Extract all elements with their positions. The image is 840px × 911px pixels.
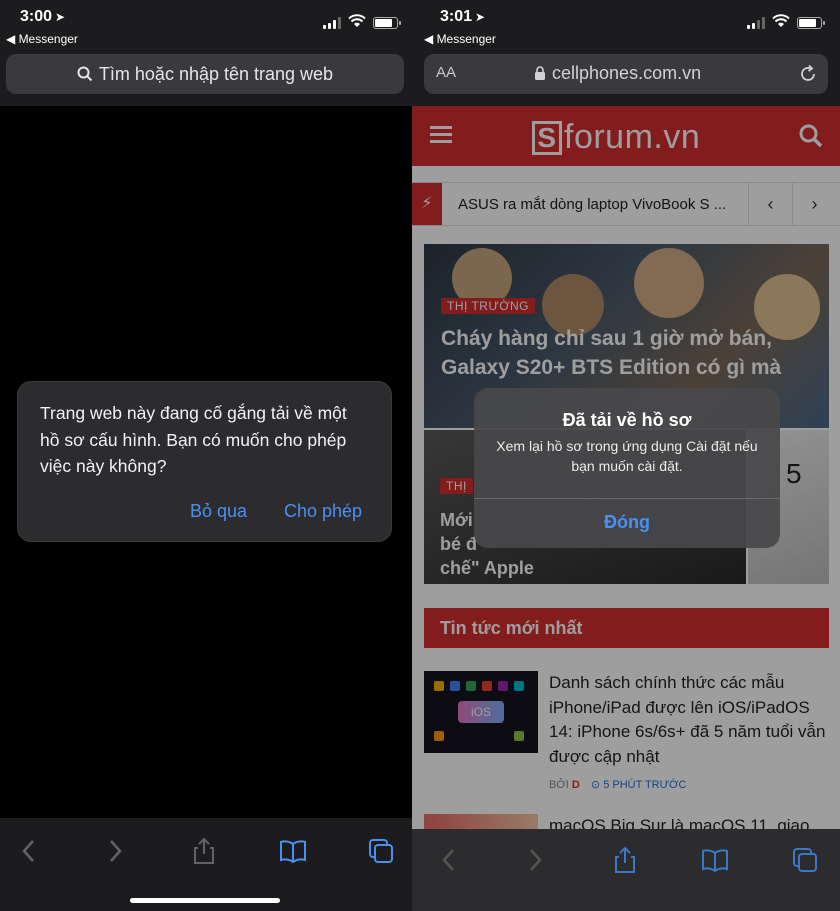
alert-title: Đã tải về hồ sơ bbox=[562, 410, 692, 430]
back-to-app-link[interactable]: ◀ Messenger bbox=[6, 32, 78, 46]
cellular-signal-icon bbox=[747, 17, 767, 29]
wifi-icon bbox=[772, 14, 790, 27]
bookmarks-icon[interactable] bbox=[278, 836, 308, 866]
safari-top-bar: 3:00 ➤ ◀ Messenger Tìm hoặc nhập tên tran… bbox=[0, 0, 412, 106]
share-icon[interactable] bbox=[610, 845, 640, 875]
left-screen: 3:00 ➤ ◀ Messenger Tìm hoặc nhập tên tran… bbox=[0, 0, 412, 911]
address-bar[interactable]: AA cellphones.com.vn bbox=[424, 54, 828, 94]
alert-divider bbox=[474, 498, 780, 499]
alert-message: Xem lại hồ sơ trong ứng dụng Cài đặt nếu… bbox=[496, 438, 758, 474]
back-icon[interactable] bbox=[434, 845, 464, 875]
wifi-icon bbox=[348, 14, 366, 27]
address-bar[interactable]: Tìm hoặc nhập tên trang web bbox=[6, 54, 404, 94]
url-host: cellphones.com.vn bbox=[534, 63, 701, 84]
battery-icon bbox=[797, 17, 825, 29]
back-to-app-link[interactable]: ◀ Messenger bbox=[424, 32, 496, 46]
location-arrow-icon: ➤ bbox=[475, 10, 486, 24]
ignore-button[interactable]: Bỏ qua bbox=[190, 501, 247, 522]
right-screen: S forum.vn ⚡ ASUS ra mắt dòng laptop Viv… bbox=[412, 0, 840, 911]
forward-icon[interactable] bbox=[520, 845, 550, 875]
reload-icon[interactable] bbox=[798, 64, 818, 84]
tabs-icon[interactable] bbox=[366, 836, 396, 866]
address-placeholder: Tìm hoặc nhập tên trang web bbox=[98, 63, 334, 84]
status-time: 3:01 ➤ bbox=[440, 8, 485, 26]
status-bar: 3:01 ➤ ◀ Messenger bbox=[412, 0, 840, 52]
safari-top-bar: 3:01 ➤ ◀ Messenger AA cellphones.com.vn bbox=[412, 0, 840, 106]
status-time: 3:00 ➤ bbox=[20, 8, 65, 26]
cellular-signal-icon bbox=[323, 17, 343, 29]
reader-text-size-button[interactable]: AA bbox=[436, 64, 456, 81]
back-icon[interactable] bbox=[14, 836, 44, 866]
battery-icon bbox=[373, 17, 401, 29]
close-button[interactable]: Đóng bbox=[474, 512, 780, 533]
bookmarks-icon[interactable] bbox=[700, 845, 730, 875]
home-indicator bbox=[130, 898, 280, 903]
search-icon bbox=[77, 66, 93, 82]
tabs-icon[interactable] bbox=[790, 845, 820, 875]
url-host-text: cellphones.com.vn bbox=[552, 63, 702, 83]
lock-icon bbox=[535, 66, 545, 80]
download-profile-alert: Trang web này đang cố gắng tải về một hồ… bbox=[17, 381, 392, 542]
safari-toolbar bbox=[412, 829, 840, 911]
forward-icon[interactable] bbox=[100, 836, 130, 866]
allow-button[interactable]: Cho phép bbox=[284, 501, 362, 522]
clock: 3:00 bbox=[20, 8, 53, 25]
profile-downloaded-alert: Đã tải về hồ sơ Xem lại hồ sơ trong ứng … bbox=[474, 388, 780, 548]
status-bar: 3:00 ➤ ◀ Messenger bbox=[0, 0, 412, 52]
clock: 3:01 bbox=[440, 8, 473, 25]
share-icon[interactable] bbox=[189, 836, 219, 866]
safari-toolbar bbox=[0, 818, 412, 911]
alert-message: Trang web này đang cố gắng tải về một hồ… bbox=[40, 403, 347, 476]
location-arrow-icon: ➤ bbox=[55, 10, 66, 24]
